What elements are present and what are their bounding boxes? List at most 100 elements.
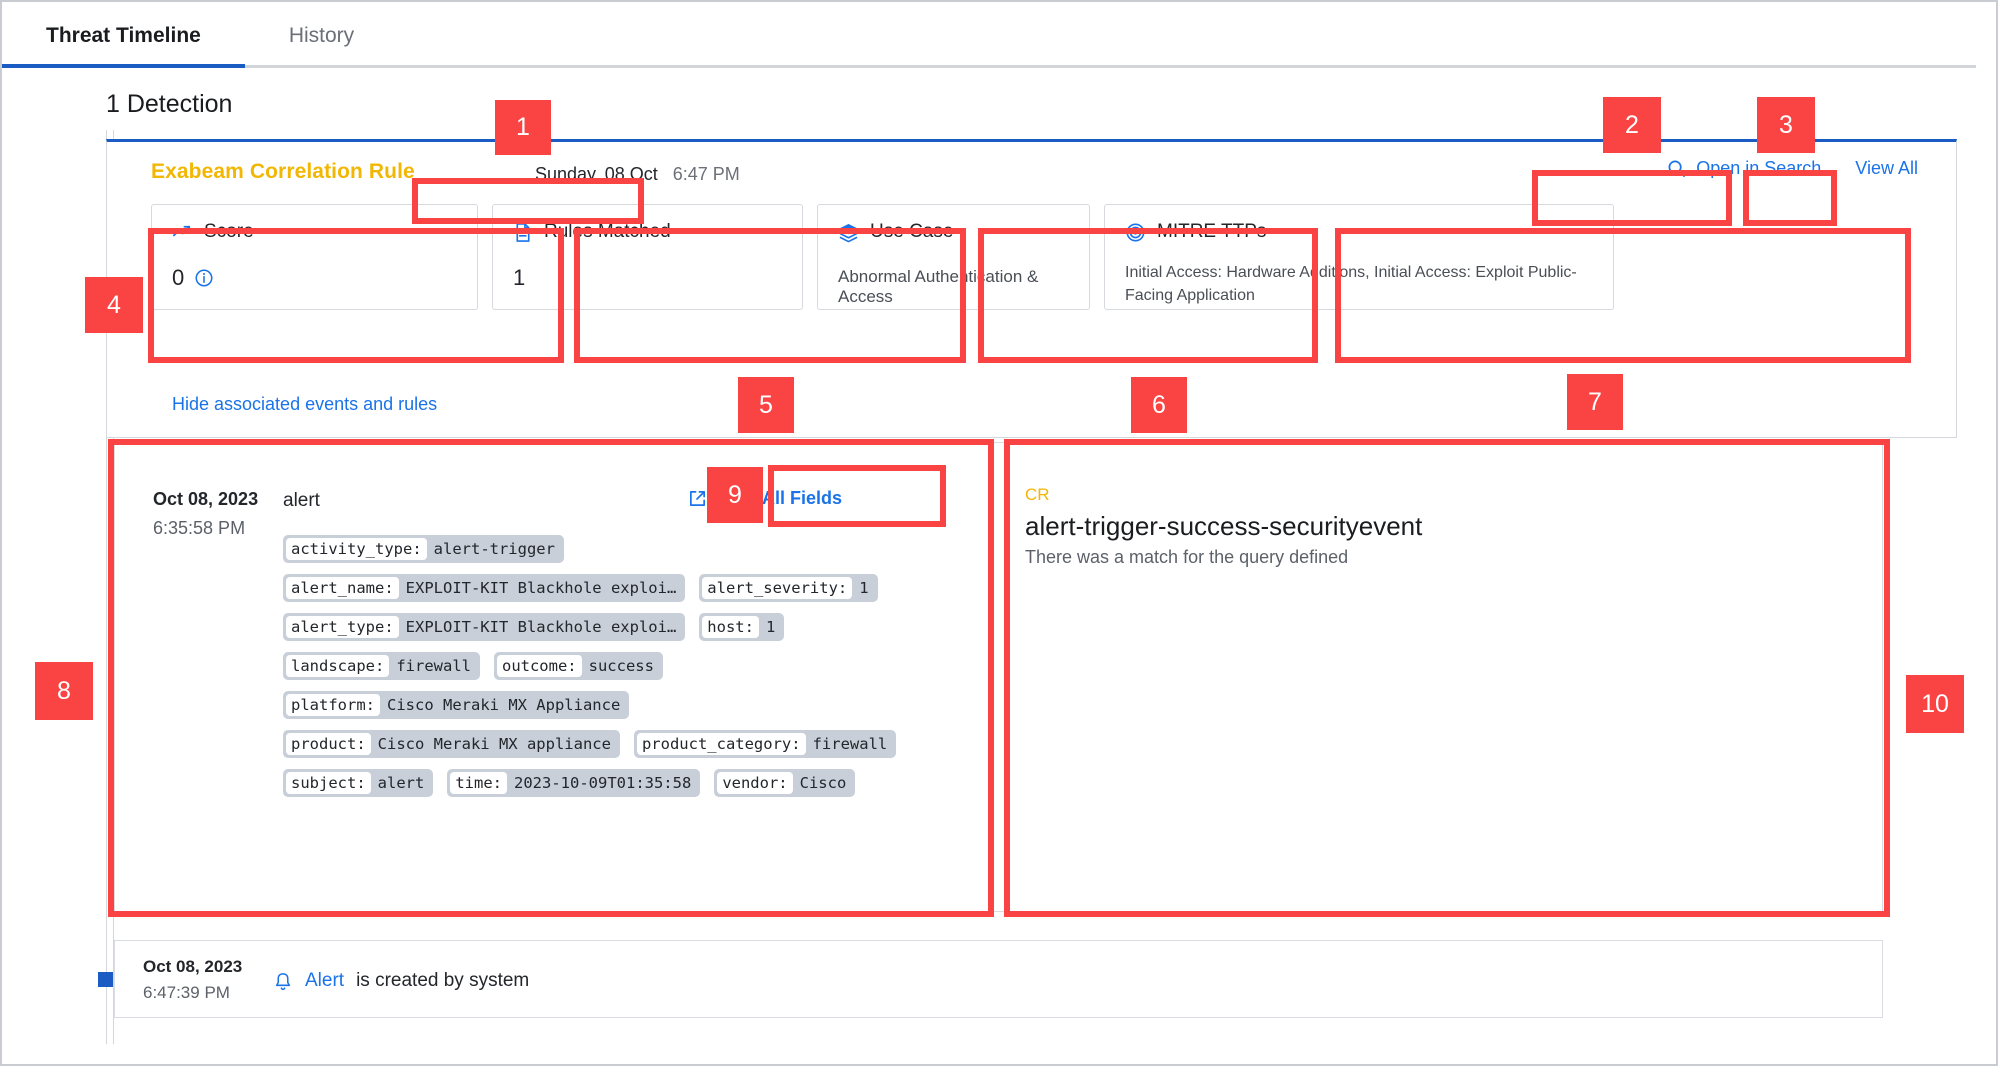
metric-card-mitre-ttps: MITRE TTPs Initial Access: Hardware Addi… <box>1104 204 1614 310</box>
metric-card-mitre-ttps-header: MITRE TTPs <box>1125 219 1593 245</box>
annotation-badge-4: 4 <box>85 277 143 333</box>
event-field-value: 1 <box>765 618 776 636</box>
event-field-key: host: <box>702 616 759 638</box>
trending-up-icon <box>172 222 193 243</box>
rule-name: alert-trigger-success-securityevent <box>1025 511 1423 541</box>
event-field-chip[interactable]: alert_severity: 1 <box>699 574 878 602</box>
event-field-key: subject: <box>286 772 371 794</box>
view-all-label: View All <box>1855 158 1918 178</box>
metric-card-use-case-header: Use Case <box>838 219 1069 245</box>
event-field-key: time: <box>450 772 507 794</box>
event-field-key: platform: <box>286 694 380 716</box>
event-field-chip[interactable]: activity_type: alert-trigger <box>283 535 564 563</box>
tab-history[interactable]: History <box>245 4 398 68</box>
event-field-chip[interactable]: time: 2023-10-09T01:35:58 <box>447 769 701 797</box>
tab-threat-timeline-label: Threat Timeline <box>46 24 201 47</box>
alert-message: Alert is created by system <box>273 970 529 992</box>
event-field-value: firewall <box>812 735 888 753</box>
target-icon <box>1125 222 1146 243</box>
event-field-chip[interactable]: alert_type: EXPLOIT-KIT Blackhole exploi… <box>283 613 686 641</box>
metric-card-rules-matched-value: 1 <box>513 265 526 290</box>
event-field-key: product_category: <box>636 733 806 755</box>
annotation-badge-7: 7 <box>1567 374 1623 430</box>
metric-card-score: Score 0 <box>151 204 478 310</box>
event-field-chip[interactable]: landscape: firewall <box>283 652 480 680</box>
event-field-value: alert-trigger <box>433 540 555 558</box>
event-field-chip[interactable]: alert_name: EXPLOIT-KIT Blackhole exploi… <box>283 574 686 602</box>
associated-content-panels: Oct 08, 2023 6:35:58 PM alert View All F… <box>114 442 1883 912</box>
detection-card-header: Exabeam Correlation Rule Sunday, 08 Oct … <box>107 142 1956 202</box>
event-field-chip[interactable]: host: 1 <box>699 613 785 641</box>
layers-icon <box>838 222 859 243</box>
metric-card-rules-matched: Rules Matched 1 <box>492 204 803 310</box>
event-field-value: Cisco Meraki MX Appliance <box>387 696 621 714</box>
alert-date: Oct 08, 2023 <box>143 957 243 976</box>
metric-card-use-case: Use Case Abnormal Authentication & Acces… <box>817 204 1090 310</box>
metric-card-use-case-title: Use Case <box>870 221 954 242</box>
event-name: alert <box>283 490 320 511</box>
metric-card-score-value: 0 <box>172 265 185 290</box>
tab-history-label: History <box>288 24 355 47</box>
open-in-search-button[interactable]: Open in Search <box>1667 158 1821 179</box>
event-field-chip[interactable]: product: Cisco Meraki MX appliance <box>283 730 620 758</box>
metric-card-rules-matched-header: Rules Matched <box>513 219 782 245</box>
metric-card-use-case-value: Abnormal Authentication & Access <box>838 267 1039 306</box>
toggle-associated-events-link[interactable]: Hide associated events and rules <box>172 394 437 415</box>
info-icon[interactable] <box>194 268 214 288</box>
event-field-value: EXPLOIT-KIT Blackhole exploi… <box>405 579 677 597</box>
event-details-panel: Oct 08, 2023 6:35:58 PM alert View All F… <box>114 442 992 912</box>
metric-card-mitre-ttps-title: MITRE TTPs <box>1157 221 1267 242</box>
event-field-chip[interactable]: outcome: success <box>493 652 663 680</box>
rule-details-panel: CR alert-trigger-success-securityevent T… <box>992 442 1883 912</box>
event-field-value: Cisco <box>799 774 847 792</box>
event-field-chip[interactable]: subject: alert <box>283 769 434 797</box>
detection-timestamp-time: 6:47 PM <box>672 164 740 184</box>
annotation-badge-3: 3 <box>1757 97 1815 153</box>
tab-threat-timeline[interactable]: Threat Timeline <box>2 4 245 68</box>
event-field-key: alert_type: <box>286 616 399 638</box>
correlation-rule-title: Exabeam Correlation Rule <box>151 160 415 183</box>
document-icon <box>513 222 533 243</box>
metric-card-score-value-row: 0 <box>172 265 457 291</box>
threat-timeline-screen: Threat Timeline History 1 Detection Exab… <box>0 0 1998 1066</box>
event-field-value: Cisco Meraki MX appliance <box>377 735 611 753</box>
open-in-search-label: Open in Search <box>1696 158 1822 178</box>
search-icon <box>1667 159 1686 178</box>
external-link-icon <box>688 489 707 508</box>
event-field-chip[interactable]: product_category: firewall <box>633 730 897 758</box>
event-field-value: EXPLOIT-KIT Blackhole exploi… <box>405 618 677 636</box>
event-field-key: vendor: <box>717 772 793 794</box>
event-field-key: product: <box>286 733 371 755</box>
alert-time: 6:47:39 PM <box>143 983 230 1002</box>
event-field-value: alert <box>377 774 425 792</box>
event-field-key: alert_severity: <box>702 577 853 599</box>
event-date: Oct 08, 2023 <box>153 489 259 509</box>
event-field-value: firewall <box>396 657 471 675</box>
event-field-key: landscape: <box>286 655 390 677</box>
alert-message-text: is created by system <box>356 970 530 991</box>
metric-card-score-header: Score <box>172 219 457 245</box>
event-field-chip[interactable]: platform: Cisco Meraki MX Appliance <box>283 691 630 719</box>
event-field-value: 1 <box>859 579 869 597</box>
annotation-badge-9: 9 <box>707 467 763 523</box>
view-all-button[interactable]: View All <box>1855 158 1918 179</box>
timeline-marker <box>98 972 113 987</box>
event-field-key: activity_type: <box>286 538 427 560</box>
annotation-badge-2: 2 <box>1603 97 1661 153</box>
metric-card-row: Score 0 Rules Matched 1 Use Case Abnorma… <box>151 204 1614 310</box>
metric-card-score-title: Score <box>204 221 254 242</box>
alert-link[interactable]: Alert <box>305 970 344 992</box>
annotation-badge-6: 6 <box>1131 377 1187 433</box>
metric-card-mitre-ttps-value: Initial Access: Hardware Additions, Init… <box>1125 264 1577 305</box>
tab-bar: Threat Timeline History <box>2 2 1996 68</box>
rule-description: There was a match for the query defined <box>1025 547 1349 567</box>
detection-timestamp: Sunday, 08 Oct 6:47 PM <box>535 164 740 185</box>
event-field-chip[interactable]: vendor: Cisco <box>714 769 856 797</box>
event-field-chip-list: activity_type: alert-trigger alert_name: EX… <box>283 535 973 797</box>
annotation-badge-1: 1 <box>495 100 551 155</box>
rule-type-badge: CR <box>1025 485 1050 504</box>
annotation-badge-5: 5 <box>738 377 794 433</box>
event-field-key: outcome: <box>496 655 582 677</box>
annotation-badge-8: 8 <box>35 662 93 720</box>
detection-timestamp-date: Sunday, 08 Oct <box>535 164 658 184</box>
